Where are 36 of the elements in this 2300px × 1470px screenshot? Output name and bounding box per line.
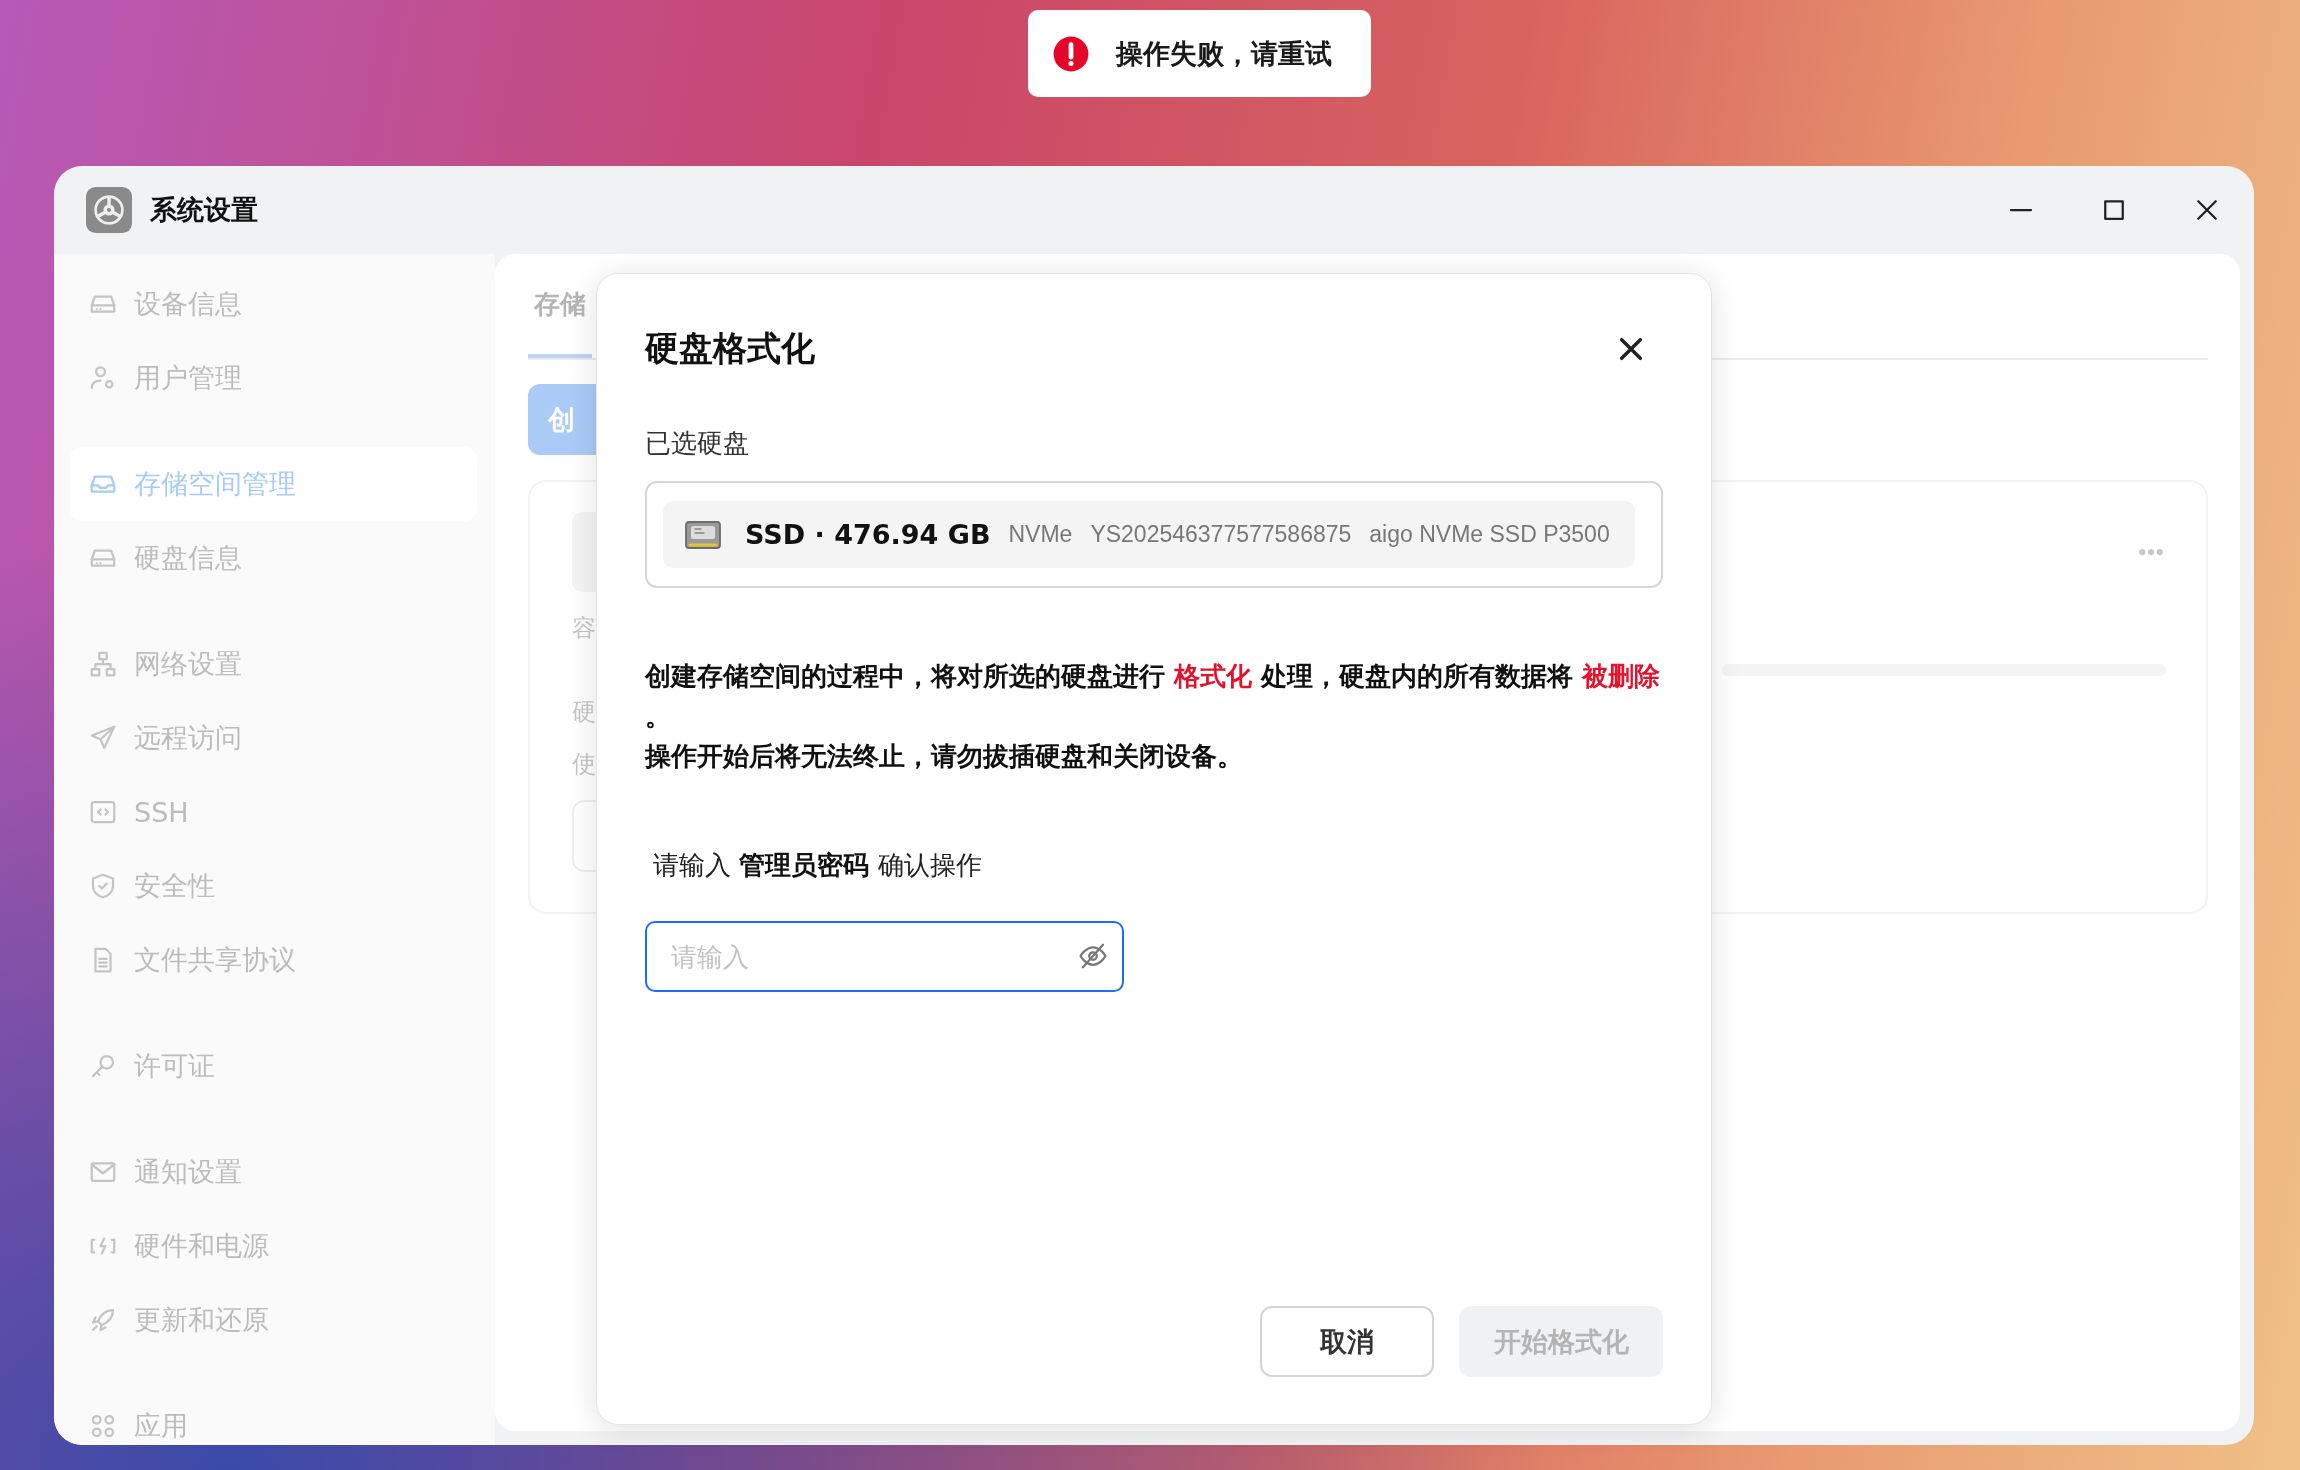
disk-chip[interactable]: SSD · 476.94 GB NVMe YS202546377577586875 aigo NVMe SSD P3500 xyxy=(663,501,1635,568)
field-label: 使 xyxy=(572,749,596,780)
warning-text: 操作开始后将无法终止，请勿拔插硬盘和关闭设备。 xyxy=(645,740,1244,773)
error-icon xyxy=(1052,34,1090,73)
sidebar-item[interactable]: SSH xyxy=(70,775,477,849)
password-prompt: 请输入 管理员密码 确认操作 xyxy=(653,849,982,882)
toast-message: 操作失败，请重试 xyxy=(1116,36,1332,71)
gear-icon xyxy=(86,187,132,233)
sidebar-item[interactable]: 许可证 xyxy=(70,1029,477,1103)
tab[interactable]: 存储 xyxy=(528,254,592,358)
cancel-button[interactable]: 取消 xyxy=(1260,1306,1434,1377)
warning-text: 创建存储空间的过程中，将对所选的硬盘进行 格式化 处理，硬盘内的所有数据将 被删除 。 xyxy=(645,660,1662,733)
disk-detail: aigo NVMe SSD P3500 xyxy=(1369,521,1610,548)
sidebar-item[interactable]: 硬盘信息 xyxy=(70,521,477,595)
eye-slash-icon[interactable] xyxy=(1078,941,1108,971)
field-label: 硬 xyxy=(572,697,596,728)
disk-detail: NVMe xyxy=(1008,521,1073,548)
window-title: 系统设置 xyxy=(150,193,258,227)
password-field[interactable]: 请输入 xyxy=(645,921,1124,992)
disk-name: SSD · 476.94 GB xyxy=(745,519,991,550)
sidebar-item[interactable]: 设备信息 xyxy=(70,267,477,341)
dialog-title: 硬盘格式化 xyxy=(645,327,815,370)
disk-detail: YS202546377577586875 xyxy=(1090,521,1352,548)
sidebar-item[interactable]: 通知设置 xyxy=(70,1135,477,1209)
sidebar-item[interactable]: 更新和还原 xyxy=(70,1283,477,1357)
sidebar-item[interactable]: 应用 xyxy=(70,1389,477,1445)
field-label: 容 xyxy=(572,613,596,644)
section-label: 已选硬盘 xyxy=(645,427,750,460)
network-icon xyxy=(88,649,118,679)
sidebar-item[interactable]: 网络设置 xyxy=(70,627,477,701)
sidebar-item[interactable]: 远程访问 xyxy=(70,701,477,775)
sidebar-item[interactable]: 用户管理 xyxy=(70,341,477,415)
sidebar-item[interactable]: 存储空间管理 xyxy=(70,447,477,521)
sidebar-item[interactable]: 安全性 xyxy=(70,849,477,923)
sidebar-item[interactable]: 硬件和电源 xyxy=(70,1209,477,1283)
sidebar-item[interactable]: 文件共享协议 xyxy=(70,923,477,997)
